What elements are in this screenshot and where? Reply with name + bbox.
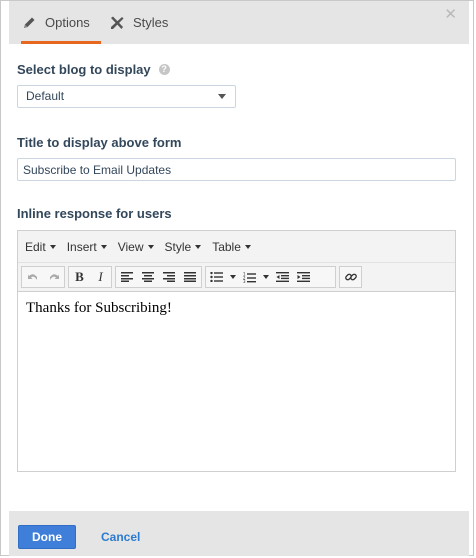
- italic-icon[interactable]: I: [90, 267, 111, 287]
- active-tab-indicator: [21, 41, 101, 44]
- bullet-list-icon[interactable]: [206, 267, 227, 287]
- modal-dialog: Options Styles ✕ Select blog to display?…: [0, 0, 474, 556]
- menu-style[interactable]: Style: [165, 240, 202, 254]
- bold-icon[interactable]: B: [69, 267, 90, 287]
- cancel-button[interactable]: Cancel: [101, 530, 140, 544]
- blog-select-label: Select blog to display?: [17, 62, 170, 77]
- rich-text-editor: Edit Insert View Style Table B I 1 2 3 T…: [17, 230, 456, 472]
- blog-select-value: Default: [26, 89, 65, 103]
- help-icon[interactable]: ?: [158, 64, 170, 75]
- pencil-icon: [24, 17, 35, 28]
- bullet-list-caret-icon[interactable]: [227, 267, 239, 287]
- align-left-icon[interactable]: [116, 267, 137, 287]
- menu-insert[interactable]: Insert: [67, 240, 107, 254]
- format-group: B I: [68, 266, 112, 288]
- history-group: [21, 266, 65, 288]
- tab-label: Styles: [133, 15, 169, 30]
- tab-bar: Options Styles: [9, 1, 469, 44]
- chevron-down-icon: [218, 94, 226, 99]
- link-icon[interactable]: [340, 267, 361, 287]
- indent-icon[interactable]: [293, 267, 314, 287]
- list-group: 123: [205, 266, 336, 288]
- modal-footer: Done Cancel: [9, 511, 469, 556]
- menu-table[interactable]: Table: [212, 240, 251, 254]
- close-icon[interactable]: ✕: [444, 5, 457, 23]
- numbered-list-icon[interactable]: 123: [239, 267, 260, 287]
- undo-icon[interactable]: [22, 267, 43, 287]
- tab-options[interactable]: Options: [21, 1, 103, 44]
- svg-text:3: 3: [243, 279, 246, 283]
- caret-down-icon: [49, 244, 56, 249]
- align-right-icon[interactable]: [158, 267, 179, 287]
- tab-styles[interactable]: Styles: [109, 1, 168, 44]
- editor-toolbar: B I 1 2 3: [18, 262, 455, 292]
- numbered-list-caret-icon[interactable]: [260, 267, 272, 287]
- tab-label: Options: [45, 15, 90, 30]
- response-field-label: Inline response for users: [17, 206, 172, 221]
- redo-icon[interactable]: [43, 267, 64, 287]
- caret-down-icon: [100, 244, 107, 249]
- editor-content[interactable]: Thanks for Subscribing!: [26, 300, 172, 317]
- caret-down-icon: [244, 244, 251, 249]
- caret-down-icon: [195, 244, 202, 249]
- menu-edit[interactable]: Edit: [25, 240, 56, 254]
- title-input[interactable]: [17, 158, 456, 181]
- align-center-icon[interactable]: [137, 267, 158, 287]
- outdent-icon[interactable]: [272, 267, 293, 287]
- menu-view[interactable]: View: [118, 240, 154, 254]
- title-field-label: Title to display above form: [17, 135, 182, 150]
- link-group: [339, 266, 362, 288]
- align-justify-icon[interactable]: [179, 267, 200, 287]
- blog-select[interactable]: Default: [17, 85, 236, 108]
- tools-icon: [111, 16, 124, 29]
- editor-menubar: Edit Insert View Style Table: [18, 231, 455, 262]
- align-group: [115, 266, 202, 288]
- caret-down-icon: [147, 244, 154, 249]
- done-button[interactable]: Done: [18, 525, 76, 549]
